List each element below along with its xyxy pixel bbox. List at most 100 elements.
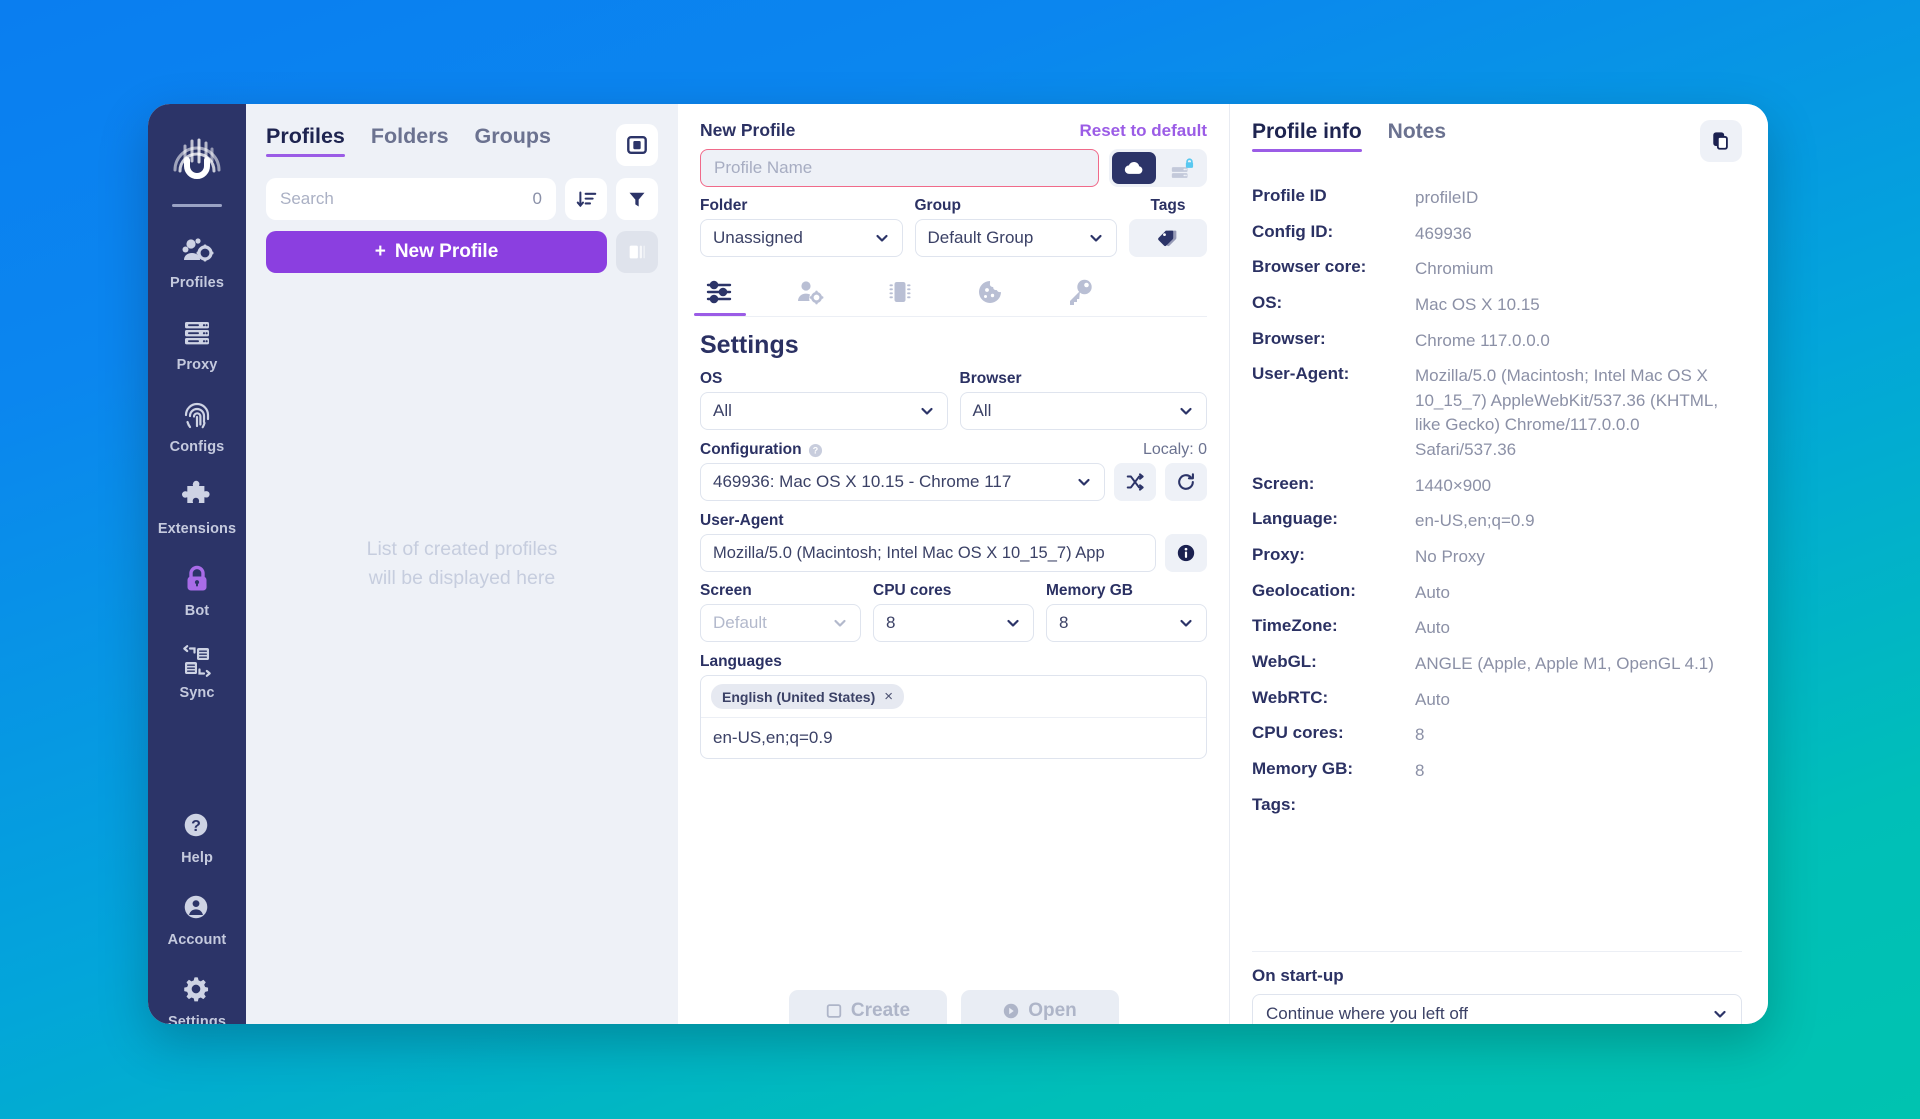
info-value: Auto (1415, 581, 1450, 606)
tab-settings[interactable] (700, 277, 740, 316)
folder-field: Folder Unassigned (700, 197, 903, 257)
columns-layout-icon (626, 241, 648, 263)
new-profile-button[interactable]: + New Profile (266, 231, 607, 273)
language-chip[interactable]: English (United States) × (711, 684, 904, 709)
play-icon (1002, 1002, 1020, 1020)
info-value: 8 (1415, 759, 1424, 784)
sidebar-item-settings[interactable]: Settings (148, 960, 246, 1024)
tab-hardware[interactable] (880, 277, 920, 316)
info-value: ANGLE (Apple, Apple M1, OpenGL 4.1) (1415, 652, 1714, 677)
sidebar-item-bot[interactable]: Bot (148, 549, 246, 631)
sidebar-item-help[interactable]: ? Help (148, 796, 246, 878)
info-key: Config ID: (1252, 222, 1415, 242)
tab-user-agent[interactable] (790, 277, 830, 316)
tab-profile-info[interactable]: Profile info (1252, 120, 1362, 152)
sidebar-item-proxy[interactable]: Proxy (148, 303, 246, 385)
tab-notes[interactable]: Notes (1388, 120, 1446, 152)
cpu-value: 8 (886, 613, 895, 633)
startup-select[interactable]: Continue where you left off (1252, 994, 1742, 1024)
sidebar-item-label: Settings (168, 1014, 226, 1024)
sidebar-item-profiles[interactable]: Profiles (148, 221, 246, 303)
filter-button[interactable] (616, 178, 658, 220)
language-string-value[interactable]: en-US,en;q=0.9 (701, 718, 1206, 758)
profile-name-input[interactable] (700, 149, 1099, 187)
info-row: Browser core:Chromium (1252, 257, 1742, 282)
create-icon (825, 1002, 843, 1020)
info-key: Profile ID (1252, 186, 1415, 206)
search-input[interactable] (280, 189, 525, 209)
tab-label: Groups (475, 124, 551, 148)
storage-toggle-group (1109, 149, 1207, 187)
local-storage-button[interactable] (1160, 152, 1204, 184)
copy-info-button[interactable] (1700, 120, 1742, 162)
form-section-tabs (700, 277, 1207, 317)
sidebar-item-label: Help (181, 850, 213, 866)
folder-select[interactable]: Unassigned (700, 219, 903, 257)
panel-layout-toggle-button[interactable] (616, 124, 658, 166)
cloud-storage-button[interactable] (1112, 152, 1156, 184)
shuffle-config-button[interactable] (1114, 463, 1156, 501)
info-tabs: Profile info Notes (1252, 120, 1742, 162)
tab-profiles[interactable]: Profiles (266, 124, 345, 157)
tab-cookies[interactable] (970, 277, 1010, 316)
info-row: Memory GB:8 (1252, 759, 1742, 784)
sliders-icon (705, 277, 735, 307)
sidebar-item-sync[interactable]: Sync (148, 631, 246, 713)
memory-select[interactable]: 8 (1046, 604, 1207, 642)
chevron-down-icon (832, 615, 848, 631)
info-row: CPU cores:8 (1252, 723, 1742, 748)
tab-folders[interactable]: Folders (371, 124, 449, 157)
browser-value: All (973, 401, 992, 421)
os-select[interactable]: All (700, 392, 948, 430)
svg-text:?: ? (812, 445, 817, 455)
info-value: Auto (1415, 616, 1450, 641)
open-button[interactable]: Open (961, 990, 1119, 1024)
info-key: Browser: (1252, 329, 1415, 349)
useragent-input[interactable]: Mozilla/5.0 (Macintosh; Intel Mac OS X 1… (700, 534, 1156, 572)
configuration-select[interactable]: 469936: Mac OS X 10.15 - Chrome 117 (700, 463, 1105, 501)
group-value: Default Group (928, 228, 1034, 248)
section-title: Settings (700, 331, 1207, 360)
form-title: New Profile (700, 120, 795, 141)
sidebar-item-account[interactable]: Account (148, 878, 246, 960)
chip-icon (885, 277, 915, 307)
screen-label: Screen (700, 582, 861, 600)
sidebar-item-configs[interactable]: Configs (148, 385, 246, 467)
screen-select[interactable]: Default (700, 604, 861, 642)
plus-icon: + (375, 241, 386, 263)
cpu-select[interactable]: 8 (873, 604, 1034, 642)
sidebar-item-extensions[interactable]: Extensions (148, 467, 246, 549)
refresh-config-button[interactable] (1165, 463, 1207, 501)
columns-toggle-button[interactable] (616, 231, 658, 273)
reset-to-default-link[interactable]: Reset to default (1079, 121, 1207, 141)
help-circle-icon[interactable]: ? (808, 443, 823, 458)
tab-groups[interactable]: Groups (475, 124, 551, 157)
configuration-label: Configuration (700, 441, 802, 459)
folder-label: Folder (700, 197, 903, 215)
empty-state-line2: will be displayed here (246, 564, 678, 593)
screen-cpu-memory-row: Screen Default CPU cores 8 Mem (700, 582, 1207, 642)
configuration-field: Configuration ? Localy: 0 469936: Mac OS… (700, 441, 1207, 501)
info-value: profileID (1415, 186, 1478, 211)
configuration-header: Configuration ? Localy: 0 (700, 441, 1207, 459)
new-profile-form-panel: New Profile Reset to default (678, 104, 1230, 1024)
sync-icon (180, 644, 214, 678)
tags-button[interactable] (1129, 219, 1207, 257)
sort-button[interactable] (565, 178, 607, 220)
create-button[interactable]: Create (789, 990, 947, 1024)
search-box[interactable]: 0 (266, 178, 556, 220)
group-select[interactable]: Default Group (915, 219, 1118, 257)
info-key: OS: (1252, 293, 1415, 313)
info-value: Chromium (1415, 257, 1493, 282)
info-row: Proxy:No Proxy (1252, 545, 1742, 570)
tab-keys[interactable] (1060, 277, 1100, 316)
browser-select[interactable]: All (960, 392, 1208, 430)
info-value: en-US,en;q=0.9 (1415, 509, 1535, 534)
info-value: 1440×900 (1415, 474, 1491, 499)
useragent-info-button[interactable] (1165, 534, 1207, 572)
close-icon[interactable]: × (884, 688, 893, 705)
sidebar-item-label: Profiles (170, 275, 224, 291)
languages-field: Languages English (United States) × en-U… (700, 653, 1207, 759)
empty-state-message: List of created profiles will be display… (246, 535, 678, 594)
locally-count: Localy: 0 (1143, 441, 1207, 459)
